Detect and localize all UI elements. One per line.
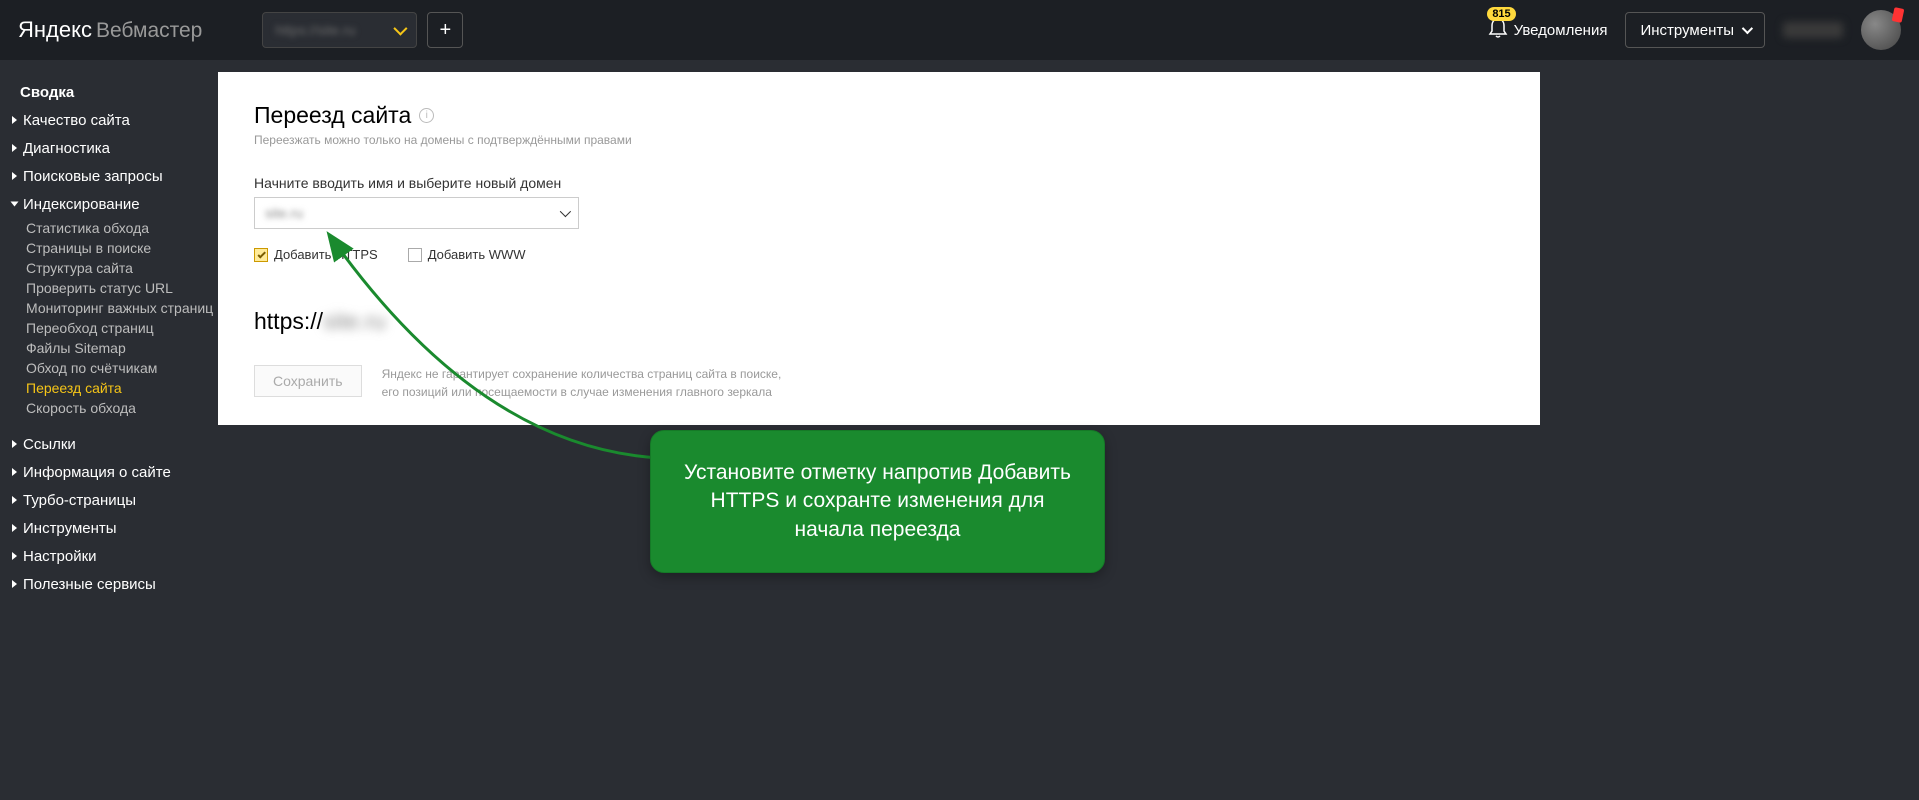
save-button[interactable]: Сохранить xyxy=(254,365,362,397)
header-right: 815 Уведомления Инструменты xyxy=(1488,10,1901,50)
logo[interactable]: Яндекс Вебмастер xyxy=(18,17,202,43)
logo-sub: Вебмастер xyxy=(96,19,202,43)
sidebar-sub-pages-search[interactable]: Страницы в поиске xyxy=(0,238,218,258)
url-preview-domain: site.ru xyxy=(323,308,386,335)
caret-icon xyxy=(12,116,17,124)
sidebar-item-indexing[interactable]: Индексирование xyxy=(0,190,218,218)
sidebar-summary[interactable]: Сводка xyxy=(0,78,218,106)
caret-icon xyxy=(12,496,17,504)
header-bar: Яндекс Вебмастер https://site.ru + 815 У… xyxy=(0,0,1919,60)
sidebar-item-quality[interactable]: Качество сайта xyxy=(0,106,218,134)
caret-icon xyxy=(12,552,17,560)
sidebar-item-services[interactable]: Полезные сервисы xyxy=(0,570,218,598)
caret-icon xyxy=(12,468,17,476)
sidebar-sub-check-url[interactable]: Проверить статус URL xyxy=(0,278,218,298)
add-https-label: Добавить HTTPS xyxy=(274,247,378,262)
sidebar-sub-recrawl[interactable]: Переобход страниц xyxy=(0,318,218,338)
sidebar-sub-structure[interactable]: Структура сайта xyxy=(0,258,218,278)
username xyxy=(1783,22,1843,38)
bell-icon: 815 xyxy=(1488,17,1508,44)
notifications-button[interactable]: 815 Уведомления xyxy=(1488,17,1608,44)
checkbox-icon xyxy=(254,248,268,262)
sidebar-item-tools[interactable]: Инструменты xyxy=(0,514,218,542)
callout-text: Установите отметку напротив Добавить HTT… xyxy=(684,461,1071,541)
sidebar-item-settings[interactable]: Настройки xyxy=(0,542,218,570)
sidebar-item-diagnostics[interactable]: Диагностика xyxy=(0,134,218,162)
caret-icon xyxy=(12,524,17,532)
add-https-checkbox[interactable]: Добавить HTTPS xyxy=(254,247,378,262)
add-www-label: Добавить WWW xyxy=(428,247,526,262)
sidebar-item-turbo[interactable]: Турбо-страницы xyxy=(0,486,218,514)
domain-select-value: site.ru xyxy=(265,205,303,221)
sidebar-sub-counters[interactable]: Обход по счётчикам xyxy=(0,358,218,378)
tools-dropdown-button[interactable]: Инструменты xyxy=(1625,12,1765,48)
caret-icon xyxy=(11,202,19,207)
sidebar-sub-crawl-stats[interactable]: Статистика обхода xyxy=(0,218,218,238)
logo-main: Яндекс xyxy=(18,17,92,43)
domain-input-label: Начните вводить имя и выберите новый дом… xyxy=(254,175,1504,191)
notifications-label: Уведомления xyxy=(1514,22,1608,39)
chevron-down-icon xyxy=(394,22,408,36)
sidebar-item-site-info[interactable]: Информация о сайте xyxy=(0,458,218,486)
url-preview: https:// site.ru xyxy=(254,308,1504,335)
sidebar-sub-crawl-speed[interactable]: Скорость обхода xyxy=(0,398,218,418)
caret-icon xyxy=(12,580,17,588)
sidebar-item-search-queries[interactable]: Поисковые запросы xyxy=(0,162,218,190)
sidebar-item-label: Информация о сайте xyxy=(23,464,171,481)
site-selector-value: https://site.ru xyxy=(275,22,355,38)
chevron-down-icon xyxy=(1742,23,1753,34)
sidebar-item-label: Качество сайта xyxy=(23,112,130,129)
sidebar-item-label: Диагностика xyxy=(23,140,110,157)
notification-count-badge: 815 xyxy=(1487,7,1515,21)
sidebar: Сводка Качество сайта Диагностика Поиско… xyxy=(0,60,218,800)
sidebar-sub-monitoring[interactable]: Мониторинг важных страниц xyxy=(0,298,218,318)
sidebar-item-links[interactable]: Ссылки xyxy=(0,430,218,458)
caret-icon xyxy=(12,144,17,152)
content-area: Переезд сайта i Переезжать можно только … xyxy=(218,60,1919,800)
sidebar-item-label: Индексирование xyxy=(23,196,140,213)
url-preview-prefix: https:// xyxy=(254,308,323,335)
page-title-text: Переезд сайта xyxy=(254,102,411,129)
checkbox-icon xyxy=(408,248,422,262)
domain-select[interactable]: site.ru xyxy=(254,197,579,229)
add-www-checkbox[interactable]: Добавить WWW xyxy=(408,247,526,262)
sidebar-item-label: Турбо-страницы xyxy=(23,492,136,509)
sidebar-item-label: Полезные сервисы xyxy=(23,576,156,593)
add-site-button[interactable]: + xyxy=(427,12,463,48)
caret-icon xyxy=(12,172,17,180)
caret-icon xyxy=(12,440,17,448)
save-row: Сохранить Яндекс не гарантирует сохранен… xyxy=(254,365,1504,425)
tools-label: Инструменты xyxy=(1640,22,1734,39)
page-subtitle: Переезжать можно только на домены с подт… xyxy=(254,133,1504,147)
avatar[interactable] xyxy=(1861,10,1901,50)
annotation-callout: Установите отметку напротив Добавить HTT… xyxy=(650,430,1105,573)
checkbox-row: Добавить HTTPS Добавить WWW xyxy=(254,247,1504,262)
sidebar-sub-site-move[interactable]: Переезд сайта xyxy=(0,378,218,398)
sidebar-item-label: Поисковые запросы xyxy=(23,168,163,185)
sidebar-sub-sitemap[interactable]: Файлы Sitemap xyxy=(0,338,218,358)
site-selector[interactable]: https://site.ru xyxy=(262,12,417,48)
sidebar-item-label: Инструменты xyxy=(23,520,117,537)
page-title: Переезд сайта i xyxy=(254,102,1504,129)
save-note: Яндекс не гарантирует сохранение количес… xyxy=(382,365,802,401)
chevron-down-icon xyxy=(560,206,571,217)
sidebar-item-label: Ссылки xyxy=(23,436,76,453)
main-panel: Переезд сайта i Переезжать можно только … xyxy=(218,72,1540,425)
sidebar-item-label: Настройки xyxy=(23,548,97,565)
info-icon[interactable]: i xyxy=(419,108,434,123)
